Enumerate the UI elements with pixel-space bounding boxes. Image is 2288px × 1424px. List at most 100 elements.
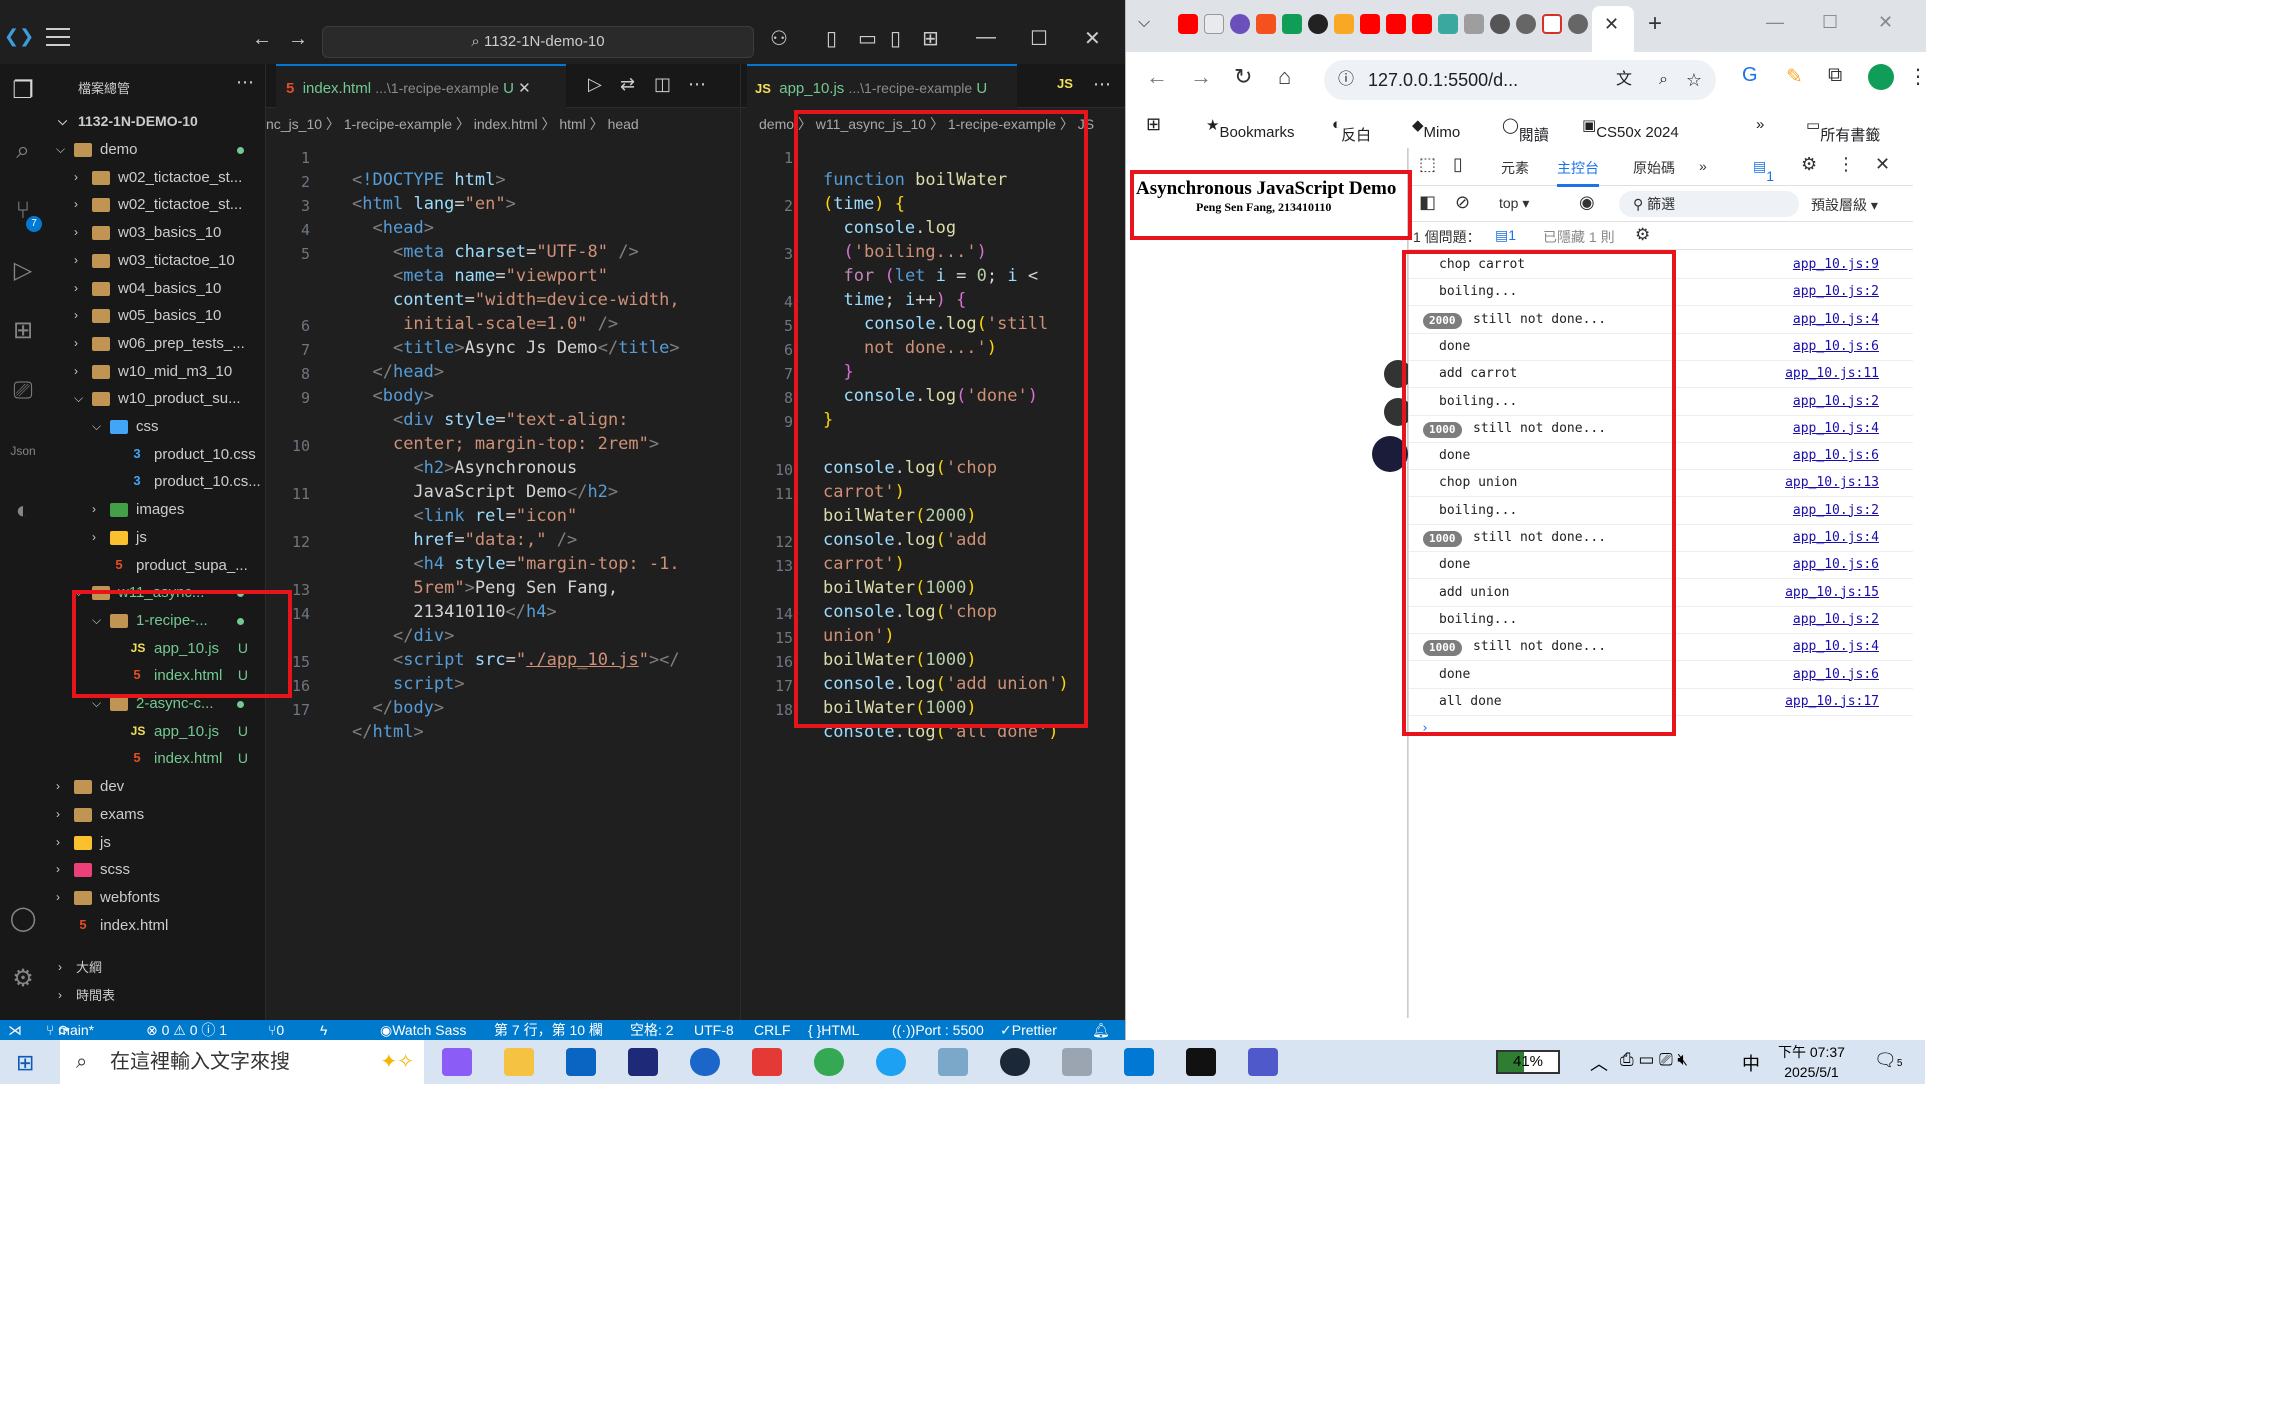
zoom-icon[interactable]: ⌕ xyxy=(1659,60,1668,100)
source-link[interactable]: app_10.js:6 xyxy=(1793,552,1879,578)
forward-arrow-icon[interactable]: → xyxy=(288,28,308,51)
copilot-app-icon[interactable] xyxy=(442,1048,472,1076)
bookmark-item[interactable]: ◯ 閱讀 xyxy=(1502,116,1549,144)
app-tab-icon[interactable] xyxy=(1282,14,1302,34)
source-link[interactable]: app_10.js:2 xyxy=(1793,498,1879,524)
active-tab[interactable]: ✕ xyxy=(1592,6,1634,52)
tray-chevron-icon[interactable]: ︿ xyxy=(1590,1050,1608,1076)
source-link[interactable]: app_10.js:6 xyxy=(1793,443,1879,469)
eol-status[interactable]: CRLF xyxy=(754,1020,791,1040)
source-link[interactable]: app_10.js:17 xyxy=(1785,689,1879,715)
reload-icon[interactable]: ↻ xyxy=(1234,64,1252,90)
edge-icon[interactable] xyxy=(876,1048,906,1076)
minimize-icon[interactable]: — xyxy=(1766,12,1784,33)
log-levels-select[interactable]: 預設層級 ▾ xyxy=(1811,195,1878,215)
bookmark-folder[interactable]: ▭ 所有書籤 xyxy=(1806,116,1880,144)
maximize-icon[interactable]: ☐ xyxy=(1822,12,1838,33)
html-code[interactable]: <!DOCTYPE html> <html lang="en"> <head> <… xyxy=(352,144,680,816)
tree-item[interactable]: › w03_basics_10 xyxy=(44,219,266,246)
bookmark-item[interactable]: ★ Bookmarks xyxy=(1206,116,1294,141)
tree-item[interactable]: ⌵ demo xyxy=(44,136,266,163)
more-tabs-icon[interactable]: » xyxy=(1699,158,1707,174)
breadcrumb[interactable]: nc_js_10 〉 1-recipe-example 〉 index.html… xyxy=(266,112,740,136)
settings-gear-icon[interactable]: ⚙ xyxy=(8,964,38,994)
source-link[interactable]: app_10.js:6 xyxy=(1793,334,1879,360)
remote-icon[interactable]: ⋊ xyxy=(8,1020,22,1040)
device-toggle-icon[interactable]: ▯ xyxy=(1453,154,1463,175)
web-tab-icon[interactable] xyxy=(1568,14,1588,34)
encoding-status[interactable]: UTF-8 xyxy=(694,1020,734,1040)
source-link[interactable]: app_10.js:13 xyxy=(1785,470,1879,496)
app-tab-icon[interactable] xyxy=(1334,14,1354,34)
source-link[interactable]: app_10.js:4 xyxy=(1793,416,1879,442)
outlook-icon[interactable] xyxy=(566,1048,596,1076)
tab-console[interactable]: 主控台 xyxy=(1557,158,1599,187)
tree-item[interactable]: › dev xyxy=(44,773,266,800)
source-link[interactable]: app_10.js:2 xyxy=(1793,607,1879,633)
bell-icon[interactable]: 🔔︎ xyxy=(1092,1020,1110,1040)
copilot-icon[interactable]: ⚇ xyxy=(770,26,788,51)
source-link[interactable]: app_10.js:11 xyxy=(1785,361,1879,387)
language-status[interactable]: { } HTML xyxy=(808,1020,859,1040)
close-icon[interactable]: ✕ xyxy=(1878,12,1893,33)
more-actions-icon[interactable]: ⋯ xyxy=(236,72,254,93)
run-icon[interactable]: ▷ xyxy=(588,74,602,95)
back-icon[interactable]: ← xyxy=(1146,64,1168,90)
tab-search-icon[interactable]: ⌵ xyxy=(1138,14,1150,32)
liveshare-icon[interactable]: ◐ xyxy=(8,496,38,526)
discord-tab-icon[interactable] xyxy=(1230,14,1250,34)
gmail-tab-icon[interactable] xyxy=(1542,14,1562,34)
minimize-icon[interactable]: — xyxy=(976,26,996,49)
problems-status[interactable]: ⊗ 0 ⚠ 0 ⓘ 1 xyxy=(146,1020,227,1040)
youtube-tab-icon[interactable] xyxy=(1412,14,1432,34)
forward-icon[interactable]: → xyxy=(1190,64,1212,90)
tree-item[interactable]: 5 product_supa_... xyxy=(44,552,266,579)
source-link[interactable]: app_10.js:4 xyxy=(1793,307,1879,333)
chatgpt-tab-icon[interactable] xyxy=(1308,14,1328,34)
tab-elements[interactable]: 元素 xyxy=(1501,158,1529,178)
tree-item[interactable]: › images xyxy=(44,496,266,523)
editor-more-icon[interactable]: ⋯ xyxy=(1093,74,1111,95)
chrome-icon[interactable] xyxy=(814,1048,844,1076)
start-icon[interactable]: ⊞ xyxy=(16,1050,34,1076)
branch-status[interactable]: ⑂ main* ⟳ xyxy=(46,1020,94,1040)
tree-item[interactable]: 3 product_10.css xyxy=(44,441,266,468)
steam-icon[interactable] xyxy=(1000,1048,1030,1076)
extensions-icon[interactable]: ⊞ xyxy=(8,316,38,346)
code-tab-icon[interactable] xyxy=(1204,14,1224,34)
devtools-menu-icon[interactable]: ⋮ xyxy=(1837,154,1855,175)
bookmark-star-icon[interactable]: ☆ xyxy=(1686,60,1702,100)
indent-status[interactable]: 空格: 2 xyxy=(630,1020,674,1040)
new-tab-button[interactable]: + xyxy=(1648,10,1662,38)
ports-status[interactable]: ⑂ 0 xyxy=(268,1020,284,1040)
apps-icon[interactable]: ⊞ xyxy=(1146,114,1161,135)
toggle-secondary-sidebar-icon[interactable]: ▯ xyxy=(890,26,901,51)
home-icon[interactable]: ⌂ xyxy=(1278,64,1291,90)
github-tab-icon[interactable] xyxy=(1490,14,1510,34)
clear-console-icon[interactable]: ⊘ xyxy=(1455,192,1470,213)
account-icon[interactable]: ◯ xyxy=(8,904,38,934)
outline-section[interactable]: › 大綱 xyxy=(44,954,266,981)
web-tab-icon[interactable] xyxy=(1516,14,1536,34)
sidebar-toggle-icon[interactable]: ◧ xyxy=(1419,192,1436,213)
pdf-app-icon[interactable] xyxy=(752,1048,782,1076)
tree-item[interactable]: › w02_tictactoe_st... xyxy=(44,191,266,218)
app-tab-icon[interactable] xyxy=(1256,14,1276,34)
clock[interactable]: 下午 07:37 2025/5/1 xyxy=(1778,1042,1845,1082)
youtube-tab-icon[interactable] xyxy=(1360,14,1380,34)
customize-layout-icon[interactable]: ⊞ xyxy=(922,26,939,51)
watch-sass-status[interactable]: ◉ Watch Sass xyxy=(380,1020,466,1040)
ime-indicator[interactable]: 中 xyxy=(1742,1050,1760,1076)
tree-item[interactable]: › webfonts xyxy=(44,884,266,911)
run-debug-icon[interactable]: ▷ xyxy=(8,256,38,286)
bookmark-item[interactable]: ◐ 反白 xyxy=(1332,116,1371,144)
tree-item[interactable]: ⌵ w10_product_su... xyxy=(44,385,266,412)
tree-item[interactable]: 3 product_10.cs... xyxy=(44,468,266,495)
tree-item[interactable]: › w10_mid_m3_10 xyxy=(44,358,266,385)
app-icon[interactable] xyxy=(938,1048,968,1076)
youtube-tab-icon[interactable] xyxy=(1386,14,1406,34)
editor-more-icon[interactable]: ⋯ xyxy=(688,74,706,95)
extensions-puzzle-icon[interactable]: ⧉ xyxy=(1828,64,1842,87)
toggle-sidebar-icon[interactable]: ▯ xyxy=(826,26,837,51)
remote-explorer-icon[interactable]: ⎚ xyxy=(8,376,38,406)
